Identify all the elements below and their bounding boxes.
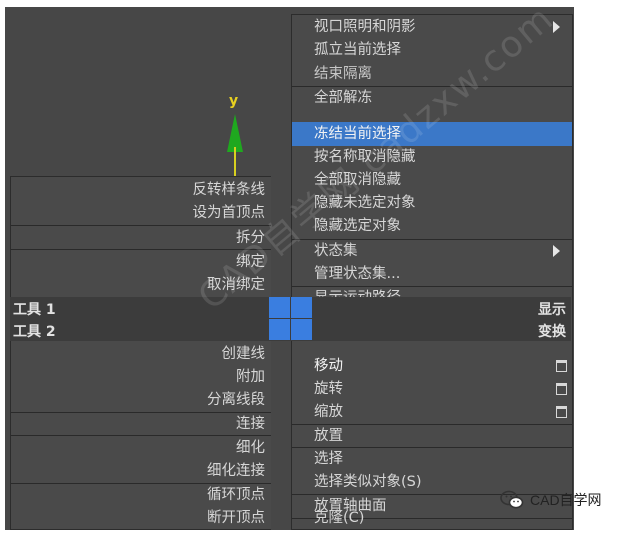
menu-item-reverse-spline[interactable]: 反转样条线 xyxy=(193,179,266,201)
menu-item-viewport-lighting[interactable]: 视口照明和阴影 xyxy=(314,16,416,38)
menu-item-hide-unselected[interactable]: 隐藏未选定对象 xyxy=(314,192,416,214)
menu-item-break-vertices[interactable]: 断开顶点 xyxy=(207,507,265,529)
wechat-branding: CAD自学网 xyxy=(500,490,602,510)
menu-item-scale[interactable]: 缩放 xyxy=(314,401,343,423)
quad-center-icon[interactable] xyxy=(269,297,312,340)
menu-item-cycle-vertices[interactable]: 循环顶点 xyxy=(207,484,265,506)
menu-item-create-line[interactable]: 创建线 xyxy=(222,343,266,365)
submenu-arrow-icon xyxy=(553,21,560,33)
quad-label-tools1[interactable]: 工具 1 xyxy=(13,299,56,319)
menu-item-move[interactable]: 移动 xyxy=(314,355,343,377)
menu-item-connect[interactable]: 连接 xyxy=(236,413,265,435)
menu-item-unfreeze-all[interactable]: 全部解冻 xyxy=(314,87,372,109)
menu-item-split[interactable]: 拆分 xyxy=(236,227,265,249)
quad-menu-left: 反转样条线 设为首顶点 拆分 绑定 取消绑定 创建线 附加 分离线段 连接 细化… xyxy=(10,176,271,530)
wechat-label: CAD自学网 xyxy=(530,492,602,508)
menu-separator xyxy=(11,249,271,250)
menu-item-make-first[interactable]: 设为首顶点 xyxy=(193,202,266,224)
quad-label-transform[interactable]: 变换 xyxy=(538,321,566,341)
wechat-icon xyxy=(500,490,524,509)
menu-item-clone[interactable]: 克隆(C) xyxy=(314,507,364,529)
menu-separator xyxy=(11,412,271,413)
settings-box-icon[interactable] xyxy=(556,406,567,418)
menu-item-freeze-selection[interactable]: 冻结当前选择 xyxy=(314,123,401,145)
settings-box-icon[interactable] xyxy=(556,360,567,372)
menu-item-isolate-selection[interactable]: 孤立当前选择 xyxy=(314,39,401,61)
menu-item-unhide-all[interactable]: 全部取消隐藏 xyxy=(314,169,401,191)
menu-item-select-similar[interactable]: 选择类似对象(S) xyxy=(314,471,422,493)
menu-separator xyxy=(11,435,271,436)
menu-item-rotate[interactable]: 旋转 xyxy=(314,378,343,400)
menu-separator xyxy=(11,225,271,226)
menu-item-bind[interactable]: 绑定 xyxy=(236,251,265,273)
menu-item-end-isolate[interactable]: 结束隔离 xyxy=(314,63,372,85)
quad-label-tools2[interactable]: 工具 2 xyxy=(13,321,56,341)
quad-label-display[interactable]: 显示 xyxy=(538,299,566,319)
menu-item-select[interactable]: 选择 xyxy=(314,448,343,470)
menu-item-unbind[interactable]: 取消绑定 xyxy=(207,274,265,296)
menu-item-hide-selection[interactable]: 隐藏选定对象 xyxy=(314,215,401,237)
settings-box-icon[interactable] xyxy=(556,383,567,395)
y-axis-label: y xyxy=(229,93,239,109)
menu-item-manage-state-sets[interactable]: 管理状态集... xyxy=(314,263,400,285)
menu-item-refine-connect[interactable]: 细化连接 xyxy=(207,460,265,482)
menu-item-place[interactable]: 放置 xyxy=(314,425,343,447)
submenu-arrow-icon xyxy=(553,245,560,257)
menu-item-state-sets[interactable]: 状态集 xyxy=(314,240,358,262)
menu-item-refine[interactable]: 细化 xyxy=(236,437,265,459)
menu-item-detach-segment[interactable]: 分离线段 xyxy=(207,389,265,411)
menu-item-unhide-by-name[interactable]: 按名称取消隐藏 xyxy=(314,146,416,168)
quad-menu-right: 视口照明和阴影 孤立当前选择 结束隔离 全部解冻 冻结当前选择 按名称取消隐藏 … xyxy=(291,14,573,530)
menu-item-attach[interactable]: 附加 xyxy=(236,366,265,388)
